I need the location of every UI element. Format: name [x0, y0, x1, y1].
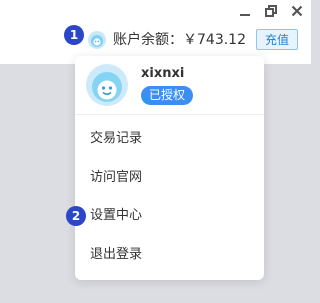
menu-item-transactions[interactable]: 交易记录 — [75, 120, 264, 158]
minimize-icon[interactable] — [237, 3, 253, 19]
balance-value: ￥743.12 — [183, 32, 246, 48]
menu-item-logout[interactable]: 退出登录 — [75, 236, 264, 274]
close-icon[interactable] — [289, 3, 305, 19]
username: xixnxi — [141, 66, 185, 81]
annotation-marker-2: 2 — [66, 206, 86, 226]
title-bar: 1 账户余额：￥743.12 充值 — [0, 0, 311, 64]
profile-section: xixnxi 已授权 — [75, 56, 264, 115]
status-badge: 已授权 — [141, 86, 194, 105]
menu-item-official-site[interactable]: 访问官网 — [75, 159, 264, 197]
recharge-button[interactable]: 充值 — [256, 29, 298, 50]
window-controls — [237, 3, 305, 19]
annotation-marker-1: 1 — [64, 25, 84, 45]
profile-avatar — [86, 64, 128, 106]
menu-item-settings[interactable]: 设置中心 — [75, 197, 264, 235]
account-balance: 账户余额：￥743.12 — [113, 31, 246, 49]
user-dropdown-menu: xixnxi 已授权 交易记录 访问官网 设置中心 退出登录 — [75, 56, 264, 280]
avatar-icon[interactable] — [88, 31, 106, 49]
balance-label: 账户余额： — [113, 32, 183, 48]
restore-icon[interactable] — [263, 3, 279, 19]
